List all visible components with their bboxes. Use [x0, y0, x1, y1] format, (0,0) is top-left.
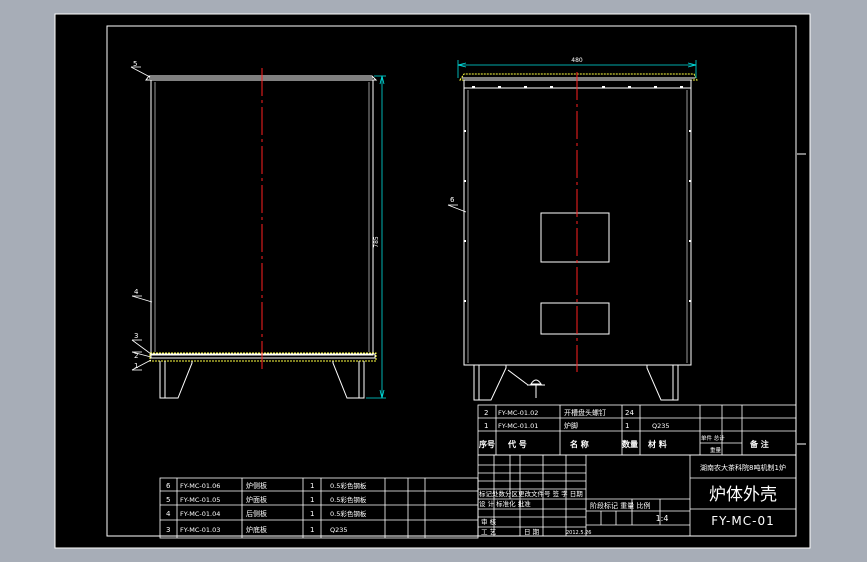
front-width-label: 480	[571, 57, 583, 64]
header-name: 名 称	[570, 439, 589, 449]
drawing-number: FY-MC-01	[711, 514, 774, 528]
lower-row-name: 炉面板	[246, 495, 267, 504]
date-label: 日 期	[524, 528, 540, 536]
lower-row-qty: 1	[310, 526, 314, 534]
company-name: 湖南农大茶科院8吨机制1炉	[700, 463, 786, 472]
header-code: 代 号	[507, 439, 527, 449]
upper-row-no: 1	[484, 422, 488, 430]
callout-2: 2	[134, 352, 138, 360]
lower-row-qty: 1	[310, 496, 314, 504]
lower-row-code: FY-MC-01.04	[180, 510, 220, 518]
lower-row-name: 炉侧板	[246, 481, 267, 490]
lower-row-no: 4	[166, 510, 171, 518]
lower-row-no: 5	[166, 496, 170, 504]
upper-row-qty: 1	[625, 422, 629, 430]
upper-row-code: FY-MC-01.02	[498, 409, 538, 417]
lower-row-no: 6	[166, 482, 171, 490]
design-row: 设 计 标准化 批准	[479, 499, 531, 508]
upper-row-name: 炉脚	[564, 421, 578, 430]
date-value: 2012.5.26	[566, 530, 591, 536]
lower-row-qty: 1	[310, 510, 314, 518]
lower-row-name: 后侧板	[246, 509, 267, 518]
callout-4: 4	[134, 288, 139, 296]
lower-row-name: 炉底板	[246, 525, 267, 534]
header-qty: 数量	[622, 439, 638, 449]
drawing-sheet	[54, 13, 811, 549]
header-no: 序号	[479, 439, 495, 449]
header-remark: 备 注	[749, 439, 769, 449]
upper-row-qty: 24	[625, 409, 634, 417]
callout-1: 1	[134, 362, 138, 370]
callout-3: 3	[134, 332, 138, 340]
header-material: 材 料	[648, 439, 667, 449]
lower-row-no: 3	[166, 526, 170, 534]
lower-row-material: 0.5彩色钢板	[330, 509, 367, 518]
callout-5: 5	[133, 60, 137, 68]
drawing-canvas: 785 5 4 3 2 1 480 6 6 FY-MC-01.06 炉侧板 1 …	[54, 13, 811, 549]
lower-row-material: 0.5彩色钢板	[330, 481, 367, 490]
check-label: 审 核	[481, 517, 497, 526]
lower-row-material: Q235	[330, 526, 348, 534]
upper-row-no: 2	[484, 409, 488, 417]
stage-header: 阶段标记 重量 比例	[590, 501, 650, 510]
lower-row-material: 0.5彩色钢板	[330, 495, 367, 504]
lower-row-qty: 1	[310, 482, 314, 490]
rev-header: 标记处数分区更改文件号 签 字 日期	[479, 489, 583, 498]
lower-row-code: FY-MC-01.05	[180, 496, 220, 504]
header-weight-sub: 重量	[710, 446, 722, 454]
upper-row-code: FY-MC-01.01	[498, 422, 538, 430]
lower-row-code: FY-MC-01.03	[180, 526, 220, 534]
drawing-title: 炉体外壳	[709, 485, 777, 505]
lower-row-code: FY-MC-01.06	[180, 482, 220, 490]
header-weight: 单件 总计	[701, 434, 725, 442]
process-label: 工 艺	[481, 528, 497, 536]
scale-value: 1:4	[656, 514, 669, 523]
side-height-label: 785	[373, 236, 380, 248]
callout-6: 6	[450, 196, 455, 204]
upper-row-name: 开槽盘头螺钉	[564, 408, 606, 417]
upper-row-material: Q235	[652, 422, 670, 430]
